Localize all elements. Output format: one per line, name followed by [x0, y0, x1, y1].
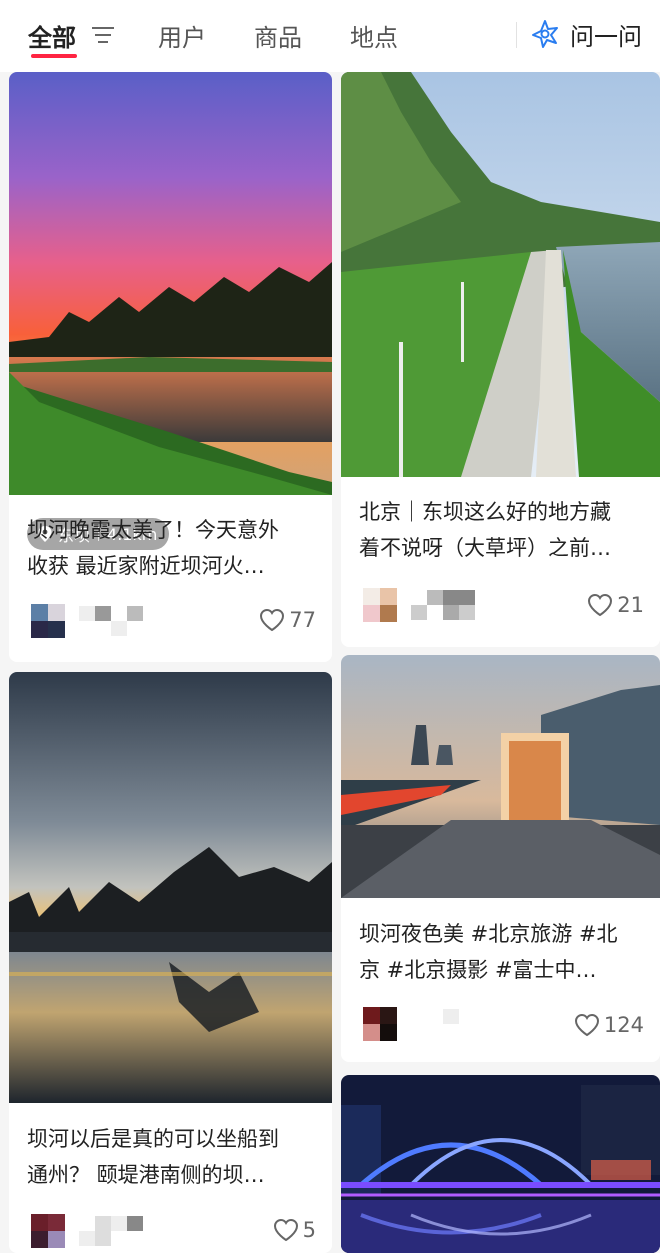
like-count: 77 — [289, 608, 316, 632]
author-name-blurred — [79, 1216, 143, 1246]
sunset-river-photo — [9, 72, 332, 495]
note-card[interactable]: 东坝 4.1km 坝河晚霞太美了！今天意外 收获 最近家附近坝河火… 77 — [9, 72, 332, 662]
note-card[interactable] — [341, 1075, 660, 1253]
heart-icon — [588, 593, 613, 617]
note-title-line: 坝河以后是真的可以坐船到 — [27, 1127, 279, 1151]
sparkle-icon — [532, 20, 558, 48]
author-name-blurred — [411, 590, 475, 620]
note-card[interactable]: 北京｜东坝这么好的地方藏 着不说呀（大草坪）之前… 21 — [341, 72, 660, 647]
like-count: 21 — [617, 593, 644, 617]
note-title: 坝河夜色美 #北京旅游 #北 京 #北京摄影 #富士中… — [359, 916, 646, 988]
ask-button[interactable]: 问一问 — [530, 16, 642, 52]
author[interactable] — [31, 1214, 143, 1248]
avatar[interactable] — [363, 1007, 397, 1041]
filter-icon[interactable] — [92, 26, 114, 44]
note-title-line: 通州？ 颐堤港南侧的坝… — [27, 1163, 265, 1187]
river-dusk-city-photo — [9, 672, 332, 1103]
tab-users[interactable]: 用户 — [158, 18, 206, 53]
like-count: 5 — [302, 1218, 316, 1242]
tab-all[interactable]: 全部 — [28, 18, 76, 53]
author[interactable] — [31, 604, 143, 638]
note-title: 坝河以后是真的可以坐船到 通州？ 颐堤港南侧的坝… — [27, 1121, 318, 1193]
heart-icon — [260, 608, 285, 632]
like-button[interactable]: 124 — [574, 1013, 644, 1037]
author-name-blurred — [79, 606, 143, 636]
author-name-blurred — [411, 1009, 475, 1039]
like-button[interactable]: 5 — [273, 1218, 316, 1242]
note-title-line: 京 #北京摄影 #富士中… — [359, 958, 597, 982]
note-title-line: 坝河夜色美 #北京旅游 #北 — [359, 922, 618, 946]
note-title-line: 坝河晚霞太美了！今天意外 — [27, 518, 279, 542]
active-tab-indicator — [31, 54, 77, 58]
note-card[interactable]: 坝河以后是真的可以坐船到 通州？ 颐堤港南侧的坝… 5 — [9, 672, 332, 1253]
avatar[interactable] — [31, 1214, 65, 1248]
night-promenade-photo — [341, 655, 660, 898]
avatar[interactable] — [363, 588, 397, 622]
note-title: 坝河晚霞太美了！今天意外 收获 最近家附近坝河火… — [27, 512, 318, 584]
like-button[interactable]: 77 — [259, 608, 316, 632]
author[interactable] — [363, 588, 475, 622]
note-card[interactable]: 坝河夜色美 #北京旅游 #北 京 #北京摄影 #富士中… 124 — [341, 655, 660, 1062]
heart-icon — [574, 1013, 599, 1037]
like-count: 124 — [603, 1013, 644, 1037]
note-title: 北京｜东坝这么好的地方藏 着不说呀（大草坪）之前… — [359, 494, 646, 566]
like-button[interactable]: 21 — [587, 593, 644, 617]
tab-divider — [516, 22, 517, 48]
top-tab-bar: 全部 用户 商品 地点 问一问 — [0, 0, 660, 72]
tab-products[interactable]: 商品 — [254, 18, 302, 53]
note-title-line: 收获 最近家附近坝河火… — [27, 554, 265, 578]
heart-icon — [273, 1218, 298, 1242]
riverside-path-photo — [341, 72, 660, 477]
author[interactable] — [363, 1007, 475, 1041]
note-title-line: 着不说呀（大草坪）之前… — [359, 536, 611, 560]
neon-bridge-photo — [341, 1075, 660, 1253]
avatar[interactable] — [31, 604, 65, 638]
tab-places[interactable]: 地点 — [350, 18, 398, 53]
ask-label: 问一问 — [570, 22, 642, 51]
note-title-line: 北京｜东坝这么好的地方藏 — [359, 500, 611, 524]
